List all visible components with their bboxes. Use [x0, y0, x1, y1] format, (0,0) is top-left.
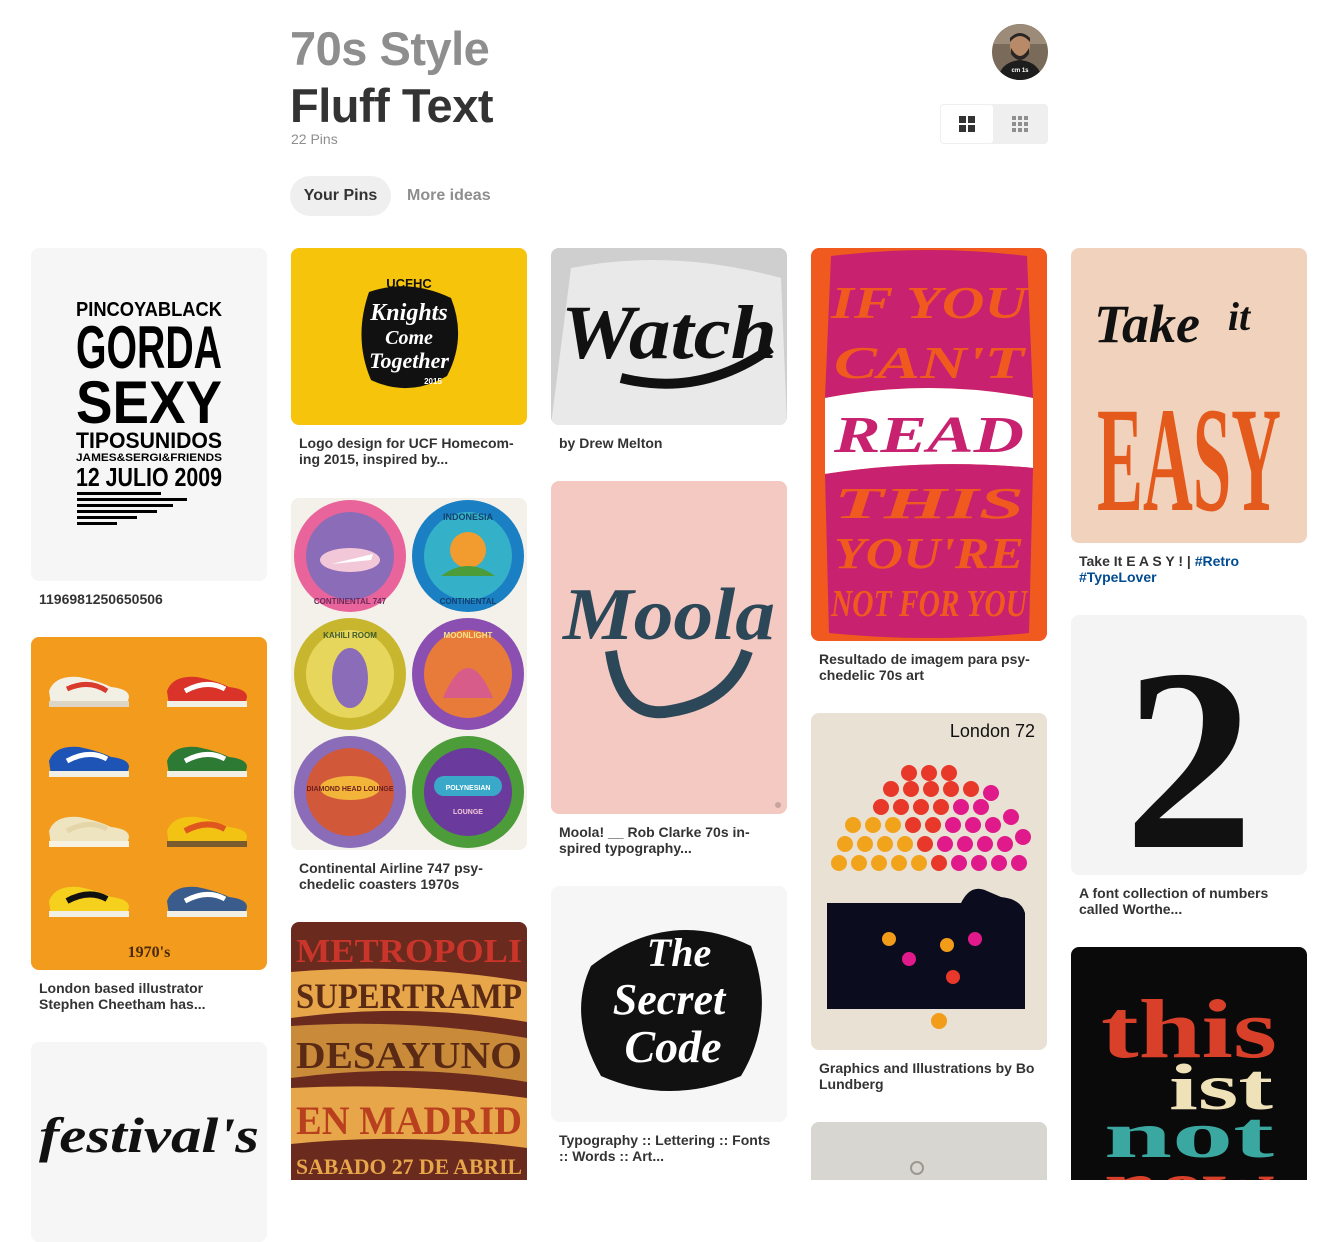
pin-art-text: THIS: [834, 479, 1024, 528]
pin-caption: 1196981250650506: [39, 591, 163, 607]
pin-caption: by Drew Melton: [559, 435, 663, 451]
pin-art-text: Come: [385, 327, 433, 349]
pin-art-text: IF YOU: [830, 277, 1031, 328]
pin-art-text: Take: [1094, 294, 1200, 354]
pin-art-text: 2: [1124, 616, 1254, 875]
pin-art-text: EASY: [1097, 377, 1281, 543]
pin-art-text: DESAYUNO: [296, 1035, 522, 1077]
pin-art-text: NOT FOR YOU: [830, 583, 1029, 625]
pin-image[interactable]: UCFHC Knights Come Together 2015: [291, 248, 527, 425]
pin-art-text: DIAMOND HEAD LOUNGE: [306, 786, 393, 793]
pin-caption: London based illustrator Stephen Cheetha…: [39, 980, 206, 1012]
pin-art-text: 2015: [424, 377, 442, 386]
pin-art-text: Knights: [369, 300, 447, 326]
pin-card[interactable]: PINCOYABLACK GORDA SEXY TIPOSUNIDOS JAME…: [31, 248, 267, 607]
pin-art-text: Secret: [613, 975, 727, 1024]
pin-art-text: festival's: [39, 1107, 259, 1163]
pin-art-text: SEXY: [76, 369, 222, 436]
board-title-line-1: 70s Style: [290, 22, 490, 75]
pin-art-text: METROPOLI: [296, 933, 522, 970]
pin-art-text: The: [647, 930, 711, 975]
pin-image[interactable]: 1970's: [31, 637, 267, 970]
pin-card[interactable]: this ist not new: [1071, 947, 1307, 1180]
pin-image[interactable]: festival's: [31, 1042, 267, 1242]
pin-caption: Continental Airline 747 psy-chedelic coa…: [299, 860, 483, 892]
pin-card[interactable]: Moola Moola! __ Rob Clarke 70s in-spired…: [551, 481, 787, 856]
pin-card[interactable]: The Secret Code Typography :: Lettering …: [551, 886, 787, 1164]
pin-caption: Take It E A S Y ! | #Retro #TypeLover: [1071, 545, 1307, 585]
pin-caption: Typography :: Lettering :: Fonts :: Word…: [559, 1132, 771, 1164]
pin-image[interactable]: IF YOU CAN'T READ THIS YOU'RE NOT FOR YO…: [811, 248, 1047, 641]
pin-caption: Moola! __ Rob Clarke 70s in-spired typog…: [559, 824, 750, 856]
pin-image[interactable]: London 72: [811, 713, 1047, 1050]
pin-caption: Resultado de imagem para psy-chedelic 70…: [819, 651, 1030, 683]
pin-card[interactable]: festival's: [31, 1042, 267, 1242]
pin-image[interactable]: [811, 1122, 1047, 1180]
pin-image[interactable]: CONTINENTAL 747 INDONESIA CONTINENTAL KA…: [291, 498, 527, 850]
pin-art-text: LOUNGE: [453, 809, 483, 816]
pin-art-text: it: [1228, 294, 1252, 339]
pin-count: 22 Pins: [291, 131, 338, 147]
pin-caption-text: Take It E A S Y ! |: [1079, 553, 1191, 569]
avatar-shirt-text: cm 1s: [1011, 68, 1029, 74]
pin-art-text: YOU'RE: [834, 529, 1024, 578]
pin-card[interactable]: IF YOU CAN'T READ THIS YOU'RE NOT FOR YO…: [811, 248, 1047, 683]
view-default-button[interactable]: [941, 105, 993, 143]
pin-card[interactable]: 2 A font collection of numbers called Wo…: [1071, 615, 1307, 917]
pin-image[interactable]: PINCOYABLACK GORDA SEXY TIPOSUNIDOS JAME…: [31, 248, 267, 581]
pin-image[interactable]: The Secret Code: [551, 886, 787, 1122]
pin-art-text: Code: [624, 1021, 721, 1072]
pin-image[interactable]: Take it EASY: [1071, 248, 1307, 543]
pin-caption: Graphics and Illustrations by Bo Lundber…: [819, 1060, 1035, 1092]
pin-card[interactable]: 1970's London based illustrator Stephen …: [31, 637, 267, 1012]
pin-art-text: MOONLIGHT: [444, 631, 493, 640]
board-title-line-2: Fluff Text: [290, 79, 494, 132]
pin-card[interactable]: METROPOLI SUPERTRAMP DESAYUNO EN MADRID …: [291, 922, 527, 1180]
pin-art-text: UCFHC: [386, 276, 432, 291]
pin-art-text: READ: [833, 407, 1024, 464]
tab-your-pins[interactable]: Your Pins: [290, 176, 391, 216]
board-title: 70s Style Fluff Text: [290, 20, 494, 134]
pin-art-text: Moola: [562, 574, 775, 656]
pin-art-text: Together: [369, 348, 449, 373]
pin-art-text: TIPOSUNIDOS: [76, 428, 222, 453]
grid-small-icon: [1012, 116, 1028, 132]
view-compact-button[interactable]: [994, 105, 1046, 143]
pin-caption: A font collection of numbers called Wort…: [1079, 885, 1269, 917]
pin-art-text: SABADO 27 DE ABRIL: [296, 1154, 522, 1179]
pin-card[interactable]: Take it EASY Take It E A S Y ! | #Retro …: [1071, 248, 1307, 585]
pin-image[interactable]: METROPOLI SUPERTRAMP DESAYUNO EN MADRID …: [291, 922, 527, 1180]
pin-art-text: 1970's: [128, 944, 171, 961]
pin-art-text: CONTINENTAL 747: [314, 597, 387, 606]
pin-art-text: London 72: [950, 721, 1035, 741]
avatar[interactable]: cm 1s: [992, 24, 1048, 80]
pin-card[interactable]: Watch by Drew Melton: [551, 248, 787, 451]
pin-card[interactable]: London 72 Graphics and Illustrations by …: [811, 713, 1047, 1092]
pin-image[interactable]: this ist not new: [1071, 947, 1307, 1180]
grid-large-icon: [959, 116, 975, 132]
pin-art-text: POLYNESIAN: [446, 785, 491, 792]
pin-art-text: 12 JULIO 2009: [76, 462, 222, 492]
pin-art-text: EN MADRID: [296, 1098, 522, 1143]
pin-art-text: CONTINENTAL: [440, 597, 497, 606]
pin-art-text: INDONESIA: [443, 512, 494, 522]
pin-art-text: KAHILI ROOM: [323, 631, 377, 640]
pin-caption: Logo design for UCF Homecom-ing 2015, in…: [299, 435, 514, 467]
avatar-photo: cm 1s: [992, 24, 1048, 80]
pin-card[interactable]: UCFHC Knights Come Together 2015 Logo de…: [291, 248, 527, 467]
pin-image[interactable]: Moola: [551, 481, 787, 814]
tab-more-ideas[interactable]: More ideas: [407, 176, 491, 216]
pin-image[interactable]: Watch: [551, 248, 787, 425]
pin-card[interactable]: CONTINENTAL 747 INDONESIA CONTINENTAL KA…: [291, 498, 527, 892]
pin-image[interactable]: 2: [1071, 615, 1307, 875]
pin-art-text: CAN'T: [834, 337, 1027, 388]
pin-card[interactable]: [811, 1122, 1047, 1180]
pin-art-text: SUPERTRAMP: [296, 976, 522, 1016]
pin-art-text: new: [1104, 1148, 1275, 1180]
view-toggle: [940, 104, 1048, 144]
